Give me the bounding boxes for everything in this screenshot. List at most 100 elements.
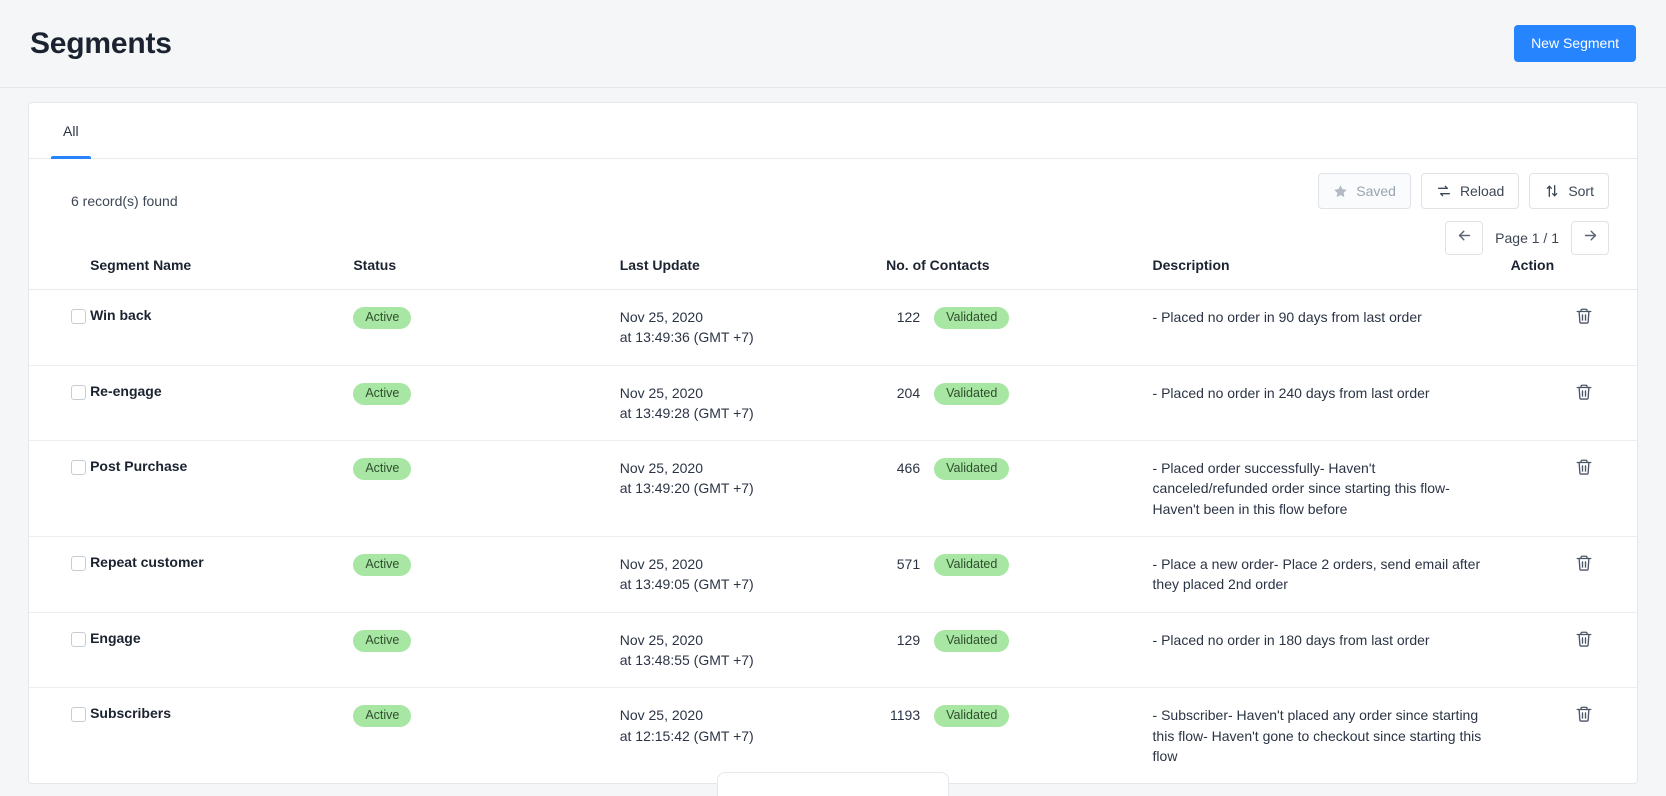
new-segment-button[interactable]: New Segment <box>1514 25 1636 62</box>
tab-all[interactable]: All <box>43 103 99 159</box>
table-head: Segment Name Status Last Update No. of C… <box>29 251 1637 290</box>
page-header: Segments New Segment <box>0 0 1666 88</box>
arrow-right-icon <box>1582 227 1599 249</box>
row-segment-name-cell: Re-engage <box>90 365 354 442</box>
page-title: Segments <box>30 26 172 60</box>
last-update-date: Nov 25, 2020 <box>619 707 704 724</box>
reload-button[interactable]: Reload <box>1420 173 1520 209</box>
row-status-cell: Active <box>353 688 619 783</box>
status-badge: Active <box>353 554 412 577</box>
row-status-cell: Active <box>353 440 620 538</box>
saved-label: Saved <box>1356 183 1396 199</box>
sort-label: Sort <box>1568 183 1594 199</box>
last-update-time: at 12:15:42 (GMT +7) <box>619 727 754 744</box>
tab-bar: All <box>29 103 1637 159</box>
description-text: - Placed no order in 90 days from last o… <box>1152 309 1422 325</box>
delete-row-button[interactable] <box>1575 554 1593 575</box>
row-contacts-cell: 1193 Validated <box>886 688 1152 783</box>
row-description-cell: - Placed order successfully- Haven't can… <box>1152 440 1511 538</box>
segment-name-label: Post Purchase <box>90 458 188 475</box>
reload-label: Reload <box>1459 183 1505 199</box>
last-update-time: at 13:49:20 (GMT +7) <box>619 480 754 497</box>
row-contacts-cell: 204 Validated <box>886 365 1153 442</box>
star-icon <box>1333 184 1348 199</box>
tab-all-label: All <box>63 122 79 139</box>
table-row: Engage Active Nov 25, 2020 at 13:48:55 (GMT… <box>29 612 1637 689</box>
column-header-contacts: No. of Contacts <box>886 251 1153 290</box>
row-description-cell: - Placed no order in 90 days from last o… <box>1152 289 1511 366</box>
segments-card: All 6 record(s) found Saved Reload Sort … <box>28 102 1638 785</box>
delete-row-button[interactable] <box>1575 705 1593 726</box>
segment-name-label: Win back <box>90 307 152 323</box>
row-select-cell <box>29 612 91 689</box>
pagination-prev-button[interactable] <box>1445 221 1484 255</box>
trash-icon <box>1575 631 1593 651</box>
last-update-time: at 13:49:36 (GMT +7) <box>619 329 754 346</box>
row-select-cell <box>29 440 91 538</box>
sort-button[interactable]: Sort <box>1529 173 1609 209</box>
pagination-next-button[interactable] <box>1571 221 1609 255</box>
delete-row-button[interactable] <box>1575 307 1593 328</box>
row-last-update-cell: Nov 25, 2020 at 12:15:42 (GMT +7) <box>620 688 886 783</box>
row-checkbox[interactable] <box>71 631 86 647</box>
table-row: Post Purchase Active Nov 25, 2020 at 13:49:… <box>29 440 1637 538</box>
row-last-update-cell: Nov 25, 2020 at 13:49:05 (GMT +7) <box>619 536 887 613</box>
row-description-cell: - Placed no order in 240 days from last … <box>1152 365 1511 442</box>
row-status-cell: Active <box>353 612 620 689</box>
delete-row-button[interactable] <box>1575 383 1593 404</box>
validated-badge: Validated <box>934 554 1010 577</box>
row-checkbox[interactable] <box>71 460 86 476</box>
row-segment-name-cell: Engage <box>90 612 354 689</box>
validated-badge: Validated <box>934 458 1010 481</box>
column-header-description: Description <box>1152 251 1511 290</box>
row-action-cell <box>1510 365 1637 442</box>
row-checkbox[interactable] <box>71 556 86 572</box>
row-checkbox[interactable] <box>71 707 86 723</box>
status-badge: Active <box>353 705 412 728</box>
segments-table: Segment Name Status Last Update No. of C… <box>29 251 1637 783</box>
saved-button[interactable]: Saved <box>1318 173 1411 209</box>
column-header-last-update: Last Update <box>619 251 887 290</box>
trash-icon <box>1575 308 1593 328</box>
status-badge: Active <box>353 307 412 329</box>
delete-row-button[interactable] <box>1575 630 1593 651</box>
table-row: Repeat customer Active Nov 25, 2020 at 13:4… <box>29 536 1637 613</box>
validated-badge: Validated <box>934 705 1010 728</box>
row-last-update-cell: Nov 25, 2020 at 13:49:28 (GMT +7) <box>619 365 887 442</box>
row-status-cell: Active <box>353 289 620 366</box>
row-action-cell <box>1510 289 1637 366</box>
segments-page: Segments New Segment All 6 record(s) fou… <box>0 0 1666 796</box>
row-segment-name-cell: Repeat customer <box>90 536 354 613</box>
last-update-date: Nov 25, 2020 <box>619 460 704 477</box>
trash-icon <box>1575 555 1593 575</box>
column-header-select <box>29 251 91 290</box>
arrow-left-icon <box>1456 227 1473 249</box>
segment-name-label: Repeat customer <box>90 554 204 571</box>
row-checkbox[interactable] <box>71 309 86 324</box>
pagination: Page 1 / 1 <box>1445 221 1609 255</box>
last-update-time: at 13:49:28 (GMT +7) <box>619 404 754 421</box>
contacts-count: 129 <box>896 631 921 648</box>
pagination-label: Page 1 / 1 <box>1495 230 1559 246</box>
last-update-time: at 13:49:05 (GMT +7) <box>619 576 754 593</box>
description-text: - Placed no order in 180 days from last … <box>1152 631 1430 648</box>
description-text: - Place a new order- Place 2 orders, sen… <box>1152 556 1481 593</box>
delete-row-button[interactable] <box>1575 458 1593 479</box>
segment-name-label: Engage <box>90 629 141 646</box>
sort-arrows-icon <box>1544 183 1560 199</box>
row-checkbox[interactable] <box>71 384 86 400</box>
bottom-floating-panel[interactable] <box>717 772 949 796</box>
row-segment-name-cell: Subscribers <box>90 688 353 783</box>
last-update-date: Nov 25, 2020 <box>619 309 704 325</box>
segment-name-label: Re-engage <box>90 382 162 399</box>
reload-icon <box>1436 183 1452 199</box>
column-header-action: Action <box>1510 251 1637 290</box>
row-last-update-cell: Nov 25, 2020 at 13:48:55 (GMT +7) <box>619 612 887 689</box>
contacts-count: 204 <box>896 384 921 401</box>
validated-badge: Validated <box>934 629 1010 652</box>
row-description-cell: - Subscriber- Haven't placed any order s… <box>1153 688 1511 783</box>
status-badge: Active <box>353 458 412 481</box>
last-update-date: Nov 25, 2020 <box>619 556 704 573</box>
table-body: Win back Active Nov 25, 2020 at 13:49:36 (G… <box>29 289 1637 784</box>
row-last-update-cell: Nov 25, 2020 at 13:49:20 (GMT +7) <box>619 440 887 538</box>
